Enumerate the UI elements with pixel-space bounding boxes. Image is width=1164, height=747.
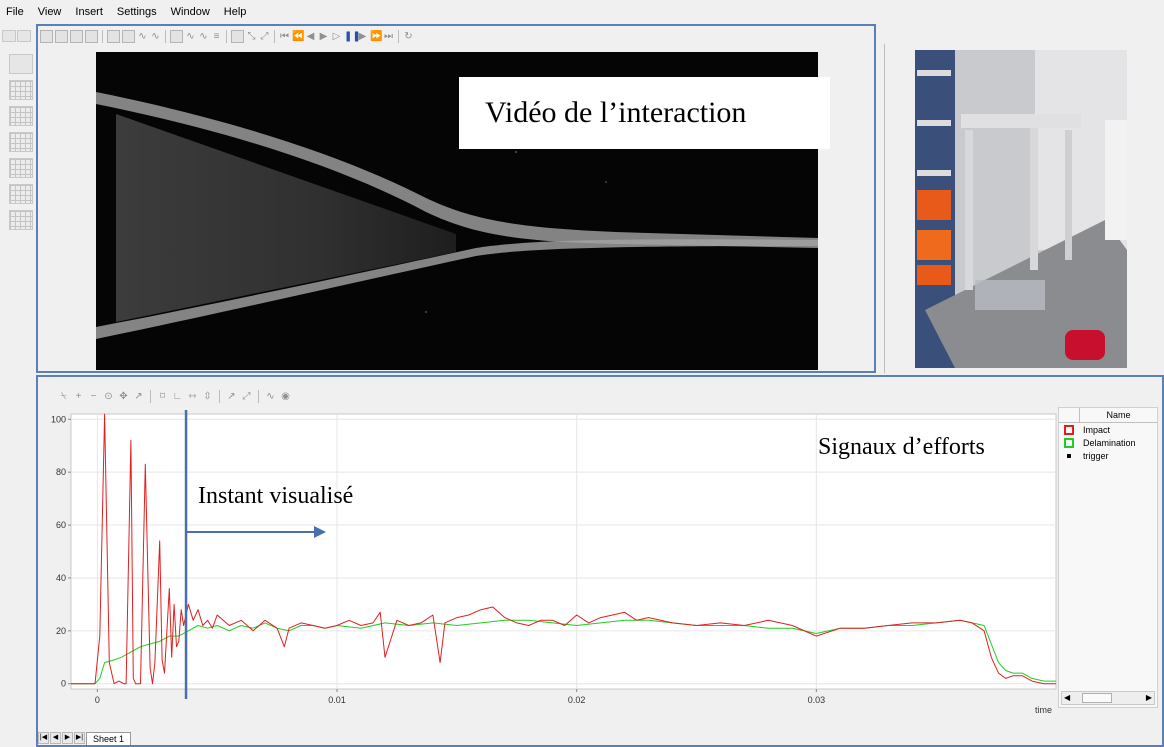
video-panel: ∿ ∿ ∿ ∿ ≡ ⤡ ⤢ ⏮ ⏪ ◀ ▶ ▷ ❚❚ ▶ ⏩ ⏭ ↻ Vidéo… <box>36 24 876 373</box>
signal-alt-icon[interactable]: ∿ <box>198 31 209 42</box>
layout-columns-icon[interactable] <box>9 158 33 178</box>
menu-settings[interactable]: Settings <box>117 6 157 18</box>
video-toolbar: ∿ ∿ ∿ ∿ ≡ ⤡ ⤢ ⏮ ⏪ ◀ ▶ ▷ ❚❚ ▶ ⏩ ⏭ ↻ <box>40 27 860 45</box>
wave-icon[interactable] <box>122 29 135 43</box>
step-forward-icon[interactable]: ▶ <box>357 31 368 42</box>
video-overlay-label: Vidéo de l’interaction <box>459 77 830 149</box>
list-icon[interactable] <box>231 29 244 43</box>
x-tick-label: 0.02 <box>568 695 586 705</box>
x-tick-label: 0.03 <box>808 695 826 705</box>
zoom-box-icon[interactable] <box>170 29 183 43</box>
x-tick-label: 0.01 <box>328 695 346 705</box>
align-icon[interactable]: ≡ <box>211 31 222 42</box>
x-tick-label: 0 <box>95 695 100 705</box>
pause-icon[interactable]: ❚❚ <box>344 31 361 42</box>
save-icon[interactable] <box>40 29 53 43</box>
menu-bar: File View Insert Settings Window Help <box>0 0 1164 24</box>
play-icon[interactable]: ▶ <box>318 31 329 42</box>
scale-alt-icon[interactable]: ⤢ <box>259 31 270 42</box>
sheet-tab-bar: |◀ ◀ ▶ ▶| Sheet 1 <box>38 731 238 745</box>
y-tick-label: 80 <box>56 467 66 477</box>
layout-monitor-icon[interactable] <box>9 54 33 74</box>
layout-rows-icon[interactable] <box>9 184 33 204</box>
x-axis-label: time <box>1035 705 1052 715</box>
sheet-next-icon[interactable]: ▶ <box>62 732 73 744</box>
menu-file[interactable]: File <box>6 6 24 18</box>
curve-icon[interactable]: ∿ <box>137 31 148 42</box>
scroll-thumb[interactable] <box>1082 693 1112 703</box>
skip-to-end-icon[interactable]: ⏭ <box>383 31 394 42</box>
toolbar-separator <box>398 29 399 43</box>
y-tick-label: 20 <box>56 626 66 636</box>
legend-item-impact[interactable]: Impact <box>1059 423 1157 436</box>
toolbar-separator <box>226 29 227 43</box>
menu-view[interactable]: View <box>38 6 62 18</box>
trigger-swatch <box>1067 453 1071 458</box>
copy-icon[interactable] <box>55 29 68 43</box>
scroll-right-icon[interactable]: ▶ <box>1146 692 1152 704</box>
signal-overlay-label: Signaux d’efforts <box>818 434 985 460</box>
curve-alt-icon[interactable]: ∿ <box>150 31 161 42</box>
setup-photo[interactable] <box>915 50 1127 368</box>
instant-overlay-label: Instant visualisé <box>198 483 354 509</box>
play-reverse-icon[interactable]: ▷ <box>331 31 342 42</box>
photo-panel <box>884 44 1164 373</box>
y-tick-label: 0 <box>61 679 66 689</box>
legend-table: Name Impact Delamination trigger ◀ ▶ <box>1058 407 1158 708</box>
plot-panel: ⍀ + − ⊙ ✥ ↗ ⌑ ∟ ⇿ ⇳ ↗ ⤢ ∿ ◉ 0 20 40 60 80 100… <box>36 375 1164 747</box>
layout-split-icon[interactable] <box>9 106 33 126</box>
legend-item-trigger[interactable]: trigger <box>1059 449 1157 462</box>
loop-icon[interactable]: ↻ <box>403 31 414 42</box>
delamination-swatch <box>1064 437 1074 448</box>
legend-item-delamination[interactable]: Delamination <box>1059 436 1157 449</box>
open-document-icon[interactable] <box>17 30 31 42</box>
sheet-first-icon[interactable]: |◀ <box>38 732 49 744</box>
menu-insert[interactable]: Insert <box>75 6 103 18</box>
force-signal-chart[interactable]: 0 20 40 60 80 100 0 0.01 0.02 0.03 time <box>38 377 1162 745</box>
legend-scrollbar[interactable]: ◀ ▶ <box>1061 691 1155 705</box>
toolbar-separator <box>165 29 166 43</box>
frame-icon[interactable] <box>107 29 120 43</box>
step-back-icon[interactable]: ◀ <box>305 31 316 42</box>
scroll-left-icon[interactable]: ◀ <box>1064 692 1070 704</box>
left-toolbar <box>0 24 34 724</box>
menu-help[interactable]: Help <box>224 6 247 18</box>
legend-name-header: Name <box>1106 410 1131 420</box>
layout-tiles-icon[interactable] <box>9 210 33 230</box>
sheet-tab-1[interactable]: Sheet 1 <box>86 731 132 745</box>
impact-swatch <box>1064 424 1074 435</box>
legend-header: Name <box>1059 408 1157 423</box>
fast-forward-icon[interactable]: ⏩ <box>370 31 382 42</box>
layout-grid-icon[interactable] <box>9 80 33 100</box>
toolbar-separator <box>102 29 103 43</box>
y-tick-label: 60 <box>56 520 66 530</box>
print-icon[interactable] <box>85 29 98 43</box>
fast-rewind-icon[interactable]: ⏪ <box>292 31 304 42</box>
menu-window[interactable]: Window <box>171 6 210 18</box>
new-document-icon[interactable] <box>2 30 16 42</box>
layout-table-icon[interactable] <box>9 132 33 152</box>
scale-icon[interactable]: ⤡ <box>246 31 257 42</box>
y-tick-label: 100 <box>51 414 66 424</box>
sheet-last-icon[interactable]: ▶| <box>74 732 85 744</box>
y-tick-label: 40 <box>56 573 66 583</box>
skip-to-start-icon[interactable]: ⏮ <box>279 31 290 42</box>
sheet-prev-icon[interactable]: ◀ <box>50 732 61 744</box>
signal-icon[interactable]: ∿ <box>185 31 196 42</box>
toolbar-separator <box>274 29 275 43</box>
export-icon[interactable] <box>70 29 83 43</box>
setup-photo-image <box>915 50 1127 368</box>
